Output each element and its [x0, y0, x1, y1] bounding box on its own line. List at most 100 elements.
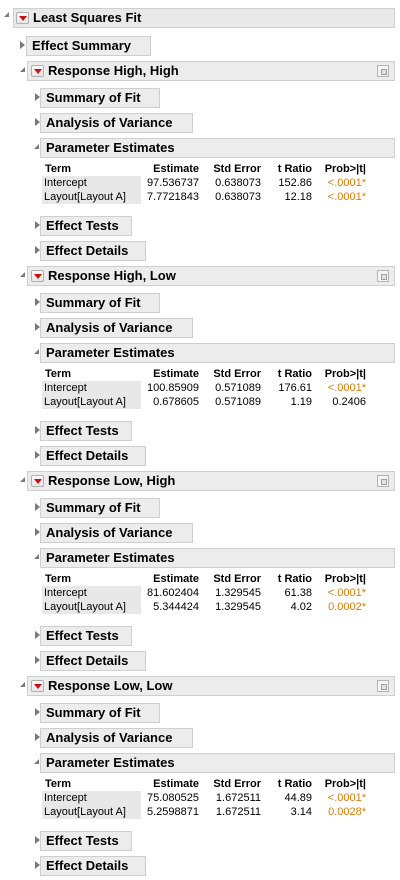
term-cell: Layout[Layout A] — [42, 190, 141, 204]
outline-header-effect-tests[interactable]: Effect Tests — [40, 216, 132, 236]
std-error-cell: 0.571089 — [215, 382, 261, 394]
column-header-prob[interactable]: Prob>|t| — [316, 777, 370, 791]
column-header-prob[interactable]: Prob>|t| — [316, 162, 370, 176]
outline-header-summary-of-fit[interactable]: Summary of Fit — [40, 703, 160, 723]
column-header-std-error[interactable]: Std Error — [203, 572, 265, 586]
term-cell: Intercept — [42, 176, 141, 190]
outline-header-summary-of-fit[interactable]: Summary of Fit — [40, 498, 160, 518]
parameter-estimates-table: Term Estimate Std Error t Ratio Prob>|t| Inte… — [42, 162, 370, 204]
prob-cell: 0.2406 — [332, 396, 366, 408]
column-header-prob[interactable]: Prob>|t| — [316, 572, 370, 586]
std-error-cell: 0.638073 — [215, 191, 261, 203]
std-error-cell: 1.672511 — [215, 792, 261, 804]
disclosure-closed-icon[interactable] — [20, 41, 25, 49]
disclosure-open-icon[interactable] — [34, 349, 39, 354]
response-title: Response Low, High — [48, 473, 176, 488]
red-triangle-menu-icon[interactable] — [31, 65, 44, 77]
disclosure-open-icon[interactable] — [20, 682, 25, 687]
column-header-estimate[interactable]: Estimate — [141, 162, 203, 176]
red-triangle-menu-icon[interactable] — [31, 475, 44, 487]
term-cell: Layout[Layout A] — [42, 395, 141, 409]
disclosure-open-icon[interactable] — [34, 759, 39, 764]
outline-header-effect-details[interactable]: Effect Details — [40, 651, 146, 671]
column-header-t-ratio[interactable]: t Ratio — [265, 777, 316, 791]
outline-header-summary-of-fit[interactable]: Summary of Fit — [40, 293, 160, 313]
t-ratio-cell: 61.38 — [284, 587, 312, 599]
pin-icon[interactable] — [377, 475, 389, 487]
column-header-std-error[interactable]: Std Error — [203, 367, 265, 381]
pin-icon[interactable] — [377, 680, 389, 692]
column-header-estimate[interactable]: Estimate — [141, 367, 203, 381]
prob-cell: 0.0002* — [328, 601, 366, 613]
prob-cell: <.0001* — [327, 191, 366, 203]
prob-cell: <.0001* — [327, 177, 366, 189]
std-error-cell: 0.571089 — [215, 396, 261, 408]
outline-header-analysis-of-variance[interactable]: Analysis of Variance — [40, 113, 193, 133]
prob-cell: <.0001* — [327, 382, 366, 394]
outline-header-parameter-estimates[interactable]: Parameter Estimates — [40, 753, 395, 773]
outline-header-effect-tests[interactable]: Effect Tests — [40, 831, 132, 851]
table-row: Intercept 75.080525 1.672511 44.89 <.0001* — [42, 791, 370, 805]
column-header-t-ratio[interactable]: t Ratio — [265, 367, 316, 381]
outline-header-parameter-estimates[interactable]: Parameter Estimates — [40, 138, 395, 158]
outline-header-effect-summary[interactable]: Effect Summary — [26, 36, 151, 56]
estimate-cell: 75.080525 — [147, 792, 199, 804]
pin-icon[interactable] — [377, 65, 389, 77]
disclosure-open-icon[interactable] — [34, 554, 39, 559]
outline-header-summary-of-fit[interactable]: Summary of Fit — [40, 88, 160, 108]
disclosure-open-icon[interactable] — [20, 477, 25, 482]
disclosure-open-icon[interactable] — [4, 12, 9, 17]
estimate-cell: 81.602404 — [147, 587, 199, 599]
outline-header-effect-details[interactable]: Effect Details — [40, 856, 146, 876]
outline-header-analysis-of-variance[interactable]: Analysis of Variance — [40, 728, 193, 748]
outline-header-effect-tests[interactable]: Effect Tests — [40, 626, 132, 646]
column-header-std-error[interactable]: Std Error — [203, 777, 265, 791]
prob-cell: <.0001* — [327, 587, 366, 599]
outline-header-effect-details[interactable]: Effect Details — [40, 241, 146, 261]
t-ratio-cell: 3.14 — [290, 806, 312, 818]
table-header-row: Term Estimate Std Error t Ratio Prob>|t| — [42, 367, 370, 381]
column-header-t-ratio[interactable]: t Ratio — [265, 572, 316, 586]
column-header-t-ratio[interactable]: t Ratio — [265, 162, 316, 176]
report-title: Least Squares Fit — [33, 10, 142, 25]
table-row: Intercept 100.85909 0.571089 176.61 <.0001* — [42, 381, 370, 395]
term-cell: Intercept — [42, 381, 141, 395]
column-header-term[interactable]: Term — [42, 777, 141, 791]
estimate-cell: 7.7721843 — [147, 191, 199, 203]
red-triangle-menu-icon[interactable] — [16, 12, 29, 24]
outline-header-parameter-estimates[interactable]: Parameter Estimates — [40, 548, 395, 568]
parameter-estimates-table: Term Estimate Std Error t Ratio Prob>|t| Inte… — [42, 367, 370, 409]
pin-icon[interactable] — [377, 270, 389, 282]
outline-header-effect-tests[interactable]: Effect Tests — [40, 421, 132, 441]
response-title: Response Low, Low — [48, 678, 173, 693]
disclosure-open-icon[interactable] — [20, 67, 25, 72]
disclosure-open-icon[interactable] — [20, 272, 25, 277]
red-triangle-menu-icon[interactable] — [31, 680, 44, 692]
outline-header-parameter-estimates[interactable]: Parameter Estimates — [40, 343, 395, 363]
table-header-row: Term Estimate Std Error t Ratio Prob>|t| — [42, 777, 370, 791]
column-header-std-error[interactable]: Std Error — [203, 162, 265, 176]
red-triangle-menu-icon[interactable] — [31, 270, 44, 282]
std-error-cell: 1.329545 — [215, 587, 261, 599]
outline-header-analysis-of-variance[interactable]: Analysis of Variance — [40, 318, 193, 338]
column-header-term[interactable]: Term — [42, 162, 141, 176]
table-row: Layout[Layout A] 7.7721843 0.638073 12.18 <.… — [42, 190, 370, 204]
parameter-estimates-table: Term Estimate Std Error t Ratio Prob>|t| Inte… — [42, 777, 370, 819]
column-header-estimate[interactable]: Estimate — [141, 572, 203, 586]
outline-header-effect-details[interactable]: Effect Details — [40, 446, 146, 466]
term-cell: Intercept — [42, 586, 141, 600]
table-row: Intercept 97.536737 0.638073 152.86 <.0001* — [42, 176, 370, 190]
parameter-estimates-table: Term Estimate Std Error t Ratio Prob>|t| Inte… — [42, 572, 370, 614]
column-header-term[interactable]: Term — [42, 572, 141, 586]
column-header-estimate[interactable]: Estimate — [141, 777, 203, 791]
table-row: Layout[Layout A] 0.678605 0.571089 1.19 0.24… — [42, 395, 370, 409]
std-error-cell: 1.672511 — [215, 806, 261, 818]
t-ratio-cell: 152.86 — [278, 177, 312, 189]
response-title: Response High, High — [48, 63, 179, 78]
outline-header-analysis-of-variance[interactable]: Analysis of Variance — [40, 523, 193, 543]
table-row: Intercept 81.602404 1.329545 61.38 <.0001* — [42, 586, 370, 600]
disclosure-open-icon[interactable] — [34, 144, 39, 149]
column-header-prob[interactable]: Prob>|t| — [316, 367, 370, 381]
estimate-cell: 97.536737 — [147, 177, 199, 189]
column-header-term[interactable]: Term — [42, 367, 141, 381]
